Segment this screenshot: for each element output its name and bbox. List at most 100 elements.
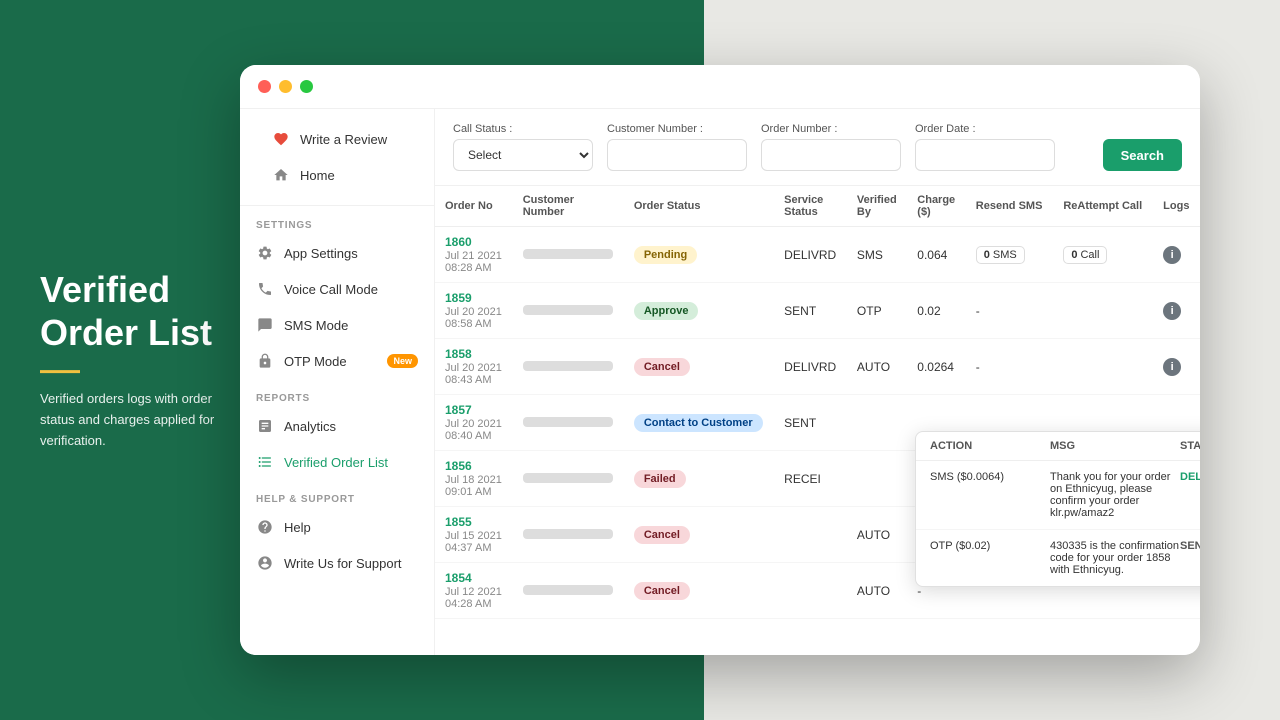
info-icon[interactable]: i [1163, 302, 1181, 320]
gear-icon [256, 244, 274, 262]
sidebar-item-support[interactable]: Write Us for Support [240, 545, 434, 581]
cell-service-1859: SENT [774, 283, 847, 339]
sidebar: Write a Review Home SETTINGS App Setting… [240, 109, 435, 655]
cell-service-1860: DELIVRD [774, 227, 847, 283]
tooltip-col-status: STATUS [1180, 440, 1200, 452]
sidebar-top: Write a Review Home [240, 121, 434, 206]
order-link-1859[interactable]: 1859 [445, 291, 503, 305]
sidebar-item-sms-mode[interactable]: SMS Mode [240, 307, 434, 343]
cell-call-1859 [1053, 283, 1153, 339]
home-icon [272, 166, 290, 184]
order-link-1860[interactable]: 1860 [445, 235, 503, 249]
order-number-group: Order Number : [761, 123, 901, 171]
status-badge-cancel: Cancel [634, 526, 690, 544]
customer-number-blurred [523, 473, 613, 483]
reports-section-label: REPORTS [240, 379, 434, 408]
cell-customer-1858 [513, 339, 624, 395]
cell-service-1855 [774, 507, 847, 563]
sidebar-item-help[interactable]: Help [240, 509, 434, 545]
cell-status-1855: Cancel [624, 507, 774, 563]
order-date-1857: Jul 20 202108:40 AM [445, 418, 503, 442]
sidebar-item-review[interactable]: Write a Review [256, 121, 418, 157]
col-order-no: Order No [435, 186, 513, 227]
sidebar-label-home: Home [300, 168, 335, 183]
hero-section: Verified Order List Verified orders logs… [40, 268, 240, 452]
maximize-dot[interactable] [300, 80, 313, 93]
order-number-input[interactable] [761, 139, 901, 171]
status-badge-cancel: Cancel [634, 358, 690, 376]
tooltip-col-msg: MSG [1050, 440, 1180, 452]
sidebar-label-review: Write a Review [300, 132, 387, 147]
resend-sms-button[interactable]: 0 SMS [976, 246, 1025, 264]
order-number-label: Order Number : [761, 123, 901, 135]
settings-section-label: SETTINGS [240, 206, 434, 235]
cell-logs-1858: i [1153, 339, 1200, 395]
tooltip-row-otp: OTP ($0.02) 430335 is the confirmation c… [916, 530, 1200, 586]
col-service-status: ServiceStatus [774, 186, 847, 227]
order-link-1855[interactable]: 1855 [445, 515, 503, 529]
sidebar-item-verified-order-list[interactable]: Verified Order List [240, 444, 434, 480]
sidebar-label-support: Write Us for Support [284, 556, 402, 571]
table-row: 1858 Jul 20 202108:43 AM Cancel DELIVRD … [435, 339, 1200, 395]
sidebar-label-sms-mode: SMS Mode [284, 318, 348, 333]
call-status-label: Call Status : [453, 123, 593, 135]
order-link-1857[interactable]: 1857 [445, 403, 503, 417]
hero-description: Verified orders logs with order status a… [40, 389, 240, 451]
order-date-1854: Jul 12 202104:28 AM [445, 586, 503, 610]
info-icon[interactable]: i [1163, 358, 1181, 376]
cell-verified-1856 [847, 451, 907, 507]
cell-customer-1860 [513, 227, 624, 283]
section-help: HELP & SUPPORT Help Write Us for Support [240, 480, 434, 581]
support-icon [256, 554, 274, 572]
cell-order-no: 1856 Jul 18 202109:01 AM [435, 451, 513, 507]
cell-resend-1858: - [966, 339, 1054, 395]
cell-verified-1859: OTP [847, 283, 907, 339]
sidebar-item-app-settings[interactable]: App Settings [240, 235, 434, 271]
orders-table-container: Order No CustomerNumber Order Status Ser… [435, 186, 1200, 655]
minimize-dot[interactable] [279, 80, 292, 93]
call-status-select[interactable]: Select [453, 139, 593, 171]
section-settings: SETTINGS App Settings Voice Call Mode [240, 206, 434, 379]
cell-resend-1860: 0 SMS [966, 227, 1054, 283]
status-badge-contact: Contact to Customer [634, 414, 763, 432]
order-link-1856[interactable]: 1856 [445, 459, 503, 473]
cell-call-1858 [1053, 339, 1153, 395]
search-button[interactable]: Search [1103, 139, 1182, 171]
table-header-row: Order No CustomerNumber Order Status Ser… [435, 186, 1200, 227]
tooltip-popup: ACTION MSG STATUS SMS ($0.0064) Thank yo… [915, 431, 1200, 587]
order-date-1859: Jul 20 202108:58 AM [445, 306, 503, 330]
cell-service-1857: SENT [774, 395, 847, 451]
tooltip-header: ACTION MSG STATUS [916, 432, 1200, 461]
status-badge-pending: Pending [634, 246, 697, 264]
sidebar-label-verified-order-list: Verified Order List [284, 455, 388, 470]
customer-number-blurred [523, 361, 613, 371]
reattempt-call-button[interactable]: 0 Call [1063, 246, 1107, 264]
cell-logs-1859: i [1153, 283, 1200, 339]
sidebar-item-analytics[interactable]: Analytics [240, 408, 434, 444]
customer-number-blurred [523, 249, 613, 259]
info-icon[interactable]: i [1163, 246, 1181, 264]
order-date-1855: Jul 15 202104:37 AM [445, 530, 503, 554]
order-link-1854[interactable]: 1854 [445, 571, 503, 585]
tooltip-row-sms: SMS ($0.0064) Thank you for your order o… [916, 461, 1200, 530]
cell-verified-1858: AUTO [847, 339, 907, 395]
heart-icon [272, 130, 290, 148]
cell-order-no: 1857 Jul 20 202108:40 AM [435, 395, 513, 451]
main-content: Call Status : Select Customer Number : O… [435, 109, 1200, 655]
col-customer-number: CustomerNumber [513, 186, 624, 227]
order-date-input[interactable] [915, 139, 1055, 171]
sidebar-item-home[interactable]: Home [256, 157, 418, 193]
tooltip-msg-otp: 430335 is the confirmation code for your… [1050, 540, 1180, 576]
sidebar-item-voice-call[interactable]: Voice Call Mode [240, 271, 434, 307]
tooltip-msg-sms: Thank you for your order on Ethnicyug, p… [1050, 471, 1180, 519]
table-row: 1859 Jul 20 202108:58 AM Approve SENT OT… [435, 283, 1200, 339]
section-reports: REPORTS Analytics Verified Order List [240, 379, 434, 480]
sidebar-item-otp-mode[interactable]: OTP Mode New [240, 343, 434, 379]
customer-number-input[interactable] [607, 139, 747, 171]
cell-charge-1859: 0.02 [907, 283, 966, 339]
close-dot[interactable] [258, 80, 271, 93]
otp-badge: New [387, 354, 418, 368]
order-link-1858[interactable]: 1858 [445, 347, 503, 361]
customer-number-group: Customer Number : [607, 123, 747, 171]
col-order-status: Order Status [624, 186, 774, 227]
